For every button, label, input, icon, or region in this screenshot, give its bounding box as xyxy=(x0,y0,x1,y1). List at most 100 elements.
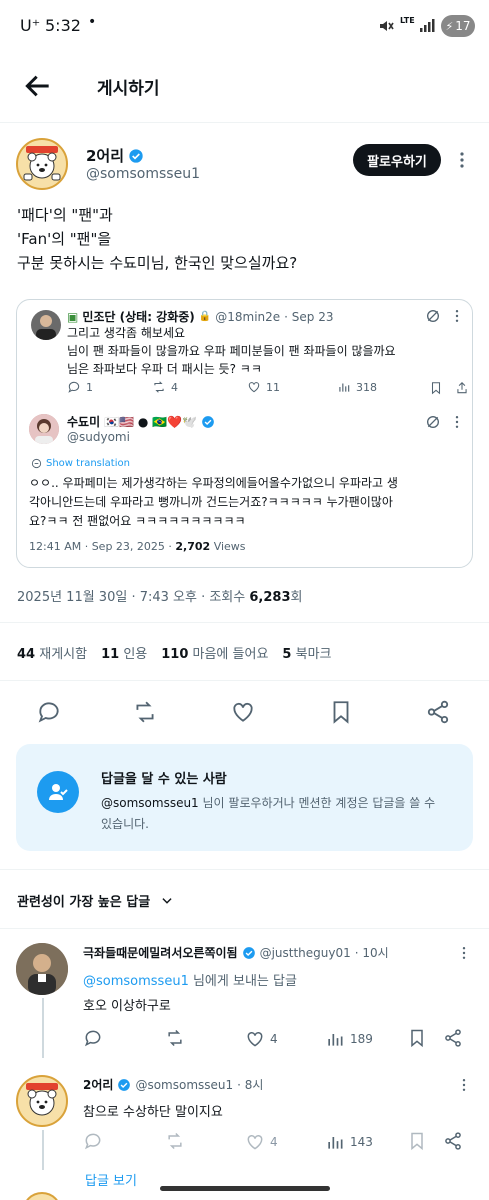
reply-author-handle[interactable]: @somsomsseu1 xyxy=(135,1078,233,1092)
bookmark-icon[interactable] xyxy=(407,1028,427,1048)
reply-icon[interactable] xyxy=(83,1131,103,1151)
quotes-stat[interactable]: 11 인용 xyxy=(101,643,147,662)
inner-quote-name[interactable]: 민조단 (상태: 강화중) xyxy=(82,308,194,325)
inner-quote-handle[interactable]: @18min2e xyxy=(215,310,280,324)
reposts-num: 44 xyxy=(17,647,36,662)
inner-more-icon[interactable] xyxy=(449,308,465,324)
reply-icon xyxy=(68,381,80,393)
reply-text: 참으로 수상하단 말이지요 xyxy=(83,1105,223,1120)
quote-views-label: Views xyxy=(210,540,246,553)
inner-like-count: 11 xyxy=(266,380,280,394)
thread-line xyxy=(42,1130,44,1170)
reply-avatar[interactable] xyxy=(16,1075,68,1127)
reply-avatar[interactable] xyxy=(16,943,68,995)
likes-stat[interactable]: 110 마음에 들어요 xyxy=(161,643,268,662)
post-line: '패다'의 "팬"과 xyxy=(17,206,113,224)
reposts-stat[interactable]: 44 재게시함 xyxy=(17,643,87,662)
quote-author-avatar[interactable] xyxy=(29,414,59,444)
post-datetime: 2025년 11월 30일 · 7:43 오후 · 조회수 xyxy=(17,590,250,605)
post-line: 구분 못하시는 수됴미님, 한국인 맞으실까요? xyxy=(17,254,298,272)
reply-more-icon[interactable] xyxy=(456,945,472,961)
verified-badge-icon xyxy=(242,946,255,959)
author-name[interactable]: 2어리 xyxy=(86,145,124,166)
replies-sort-label: 관련성이 가장 높은 답글 xyxy=(17,895,151,910)
reply-like-button[interactable]: 4 xyxy=(245,1132,278,1152)
repost-icon[interactable] xyxy=(165,1028,185,1048)
quoted-post-card[interactable]: ▣ 민조단 (상태: 강화중) 🔒 @18min2e · Sep 23 그리고 … xyxy=(16,299,473,568)
bookmarks-num: 5 xyxy=(282,647,292,662)
reply-view-count: 143 xyxy=(350,1135,373,1149)
callout-handle[interactable]: @somsomsseu1 xyxy=(101,796,199,810)
quote-line: 각아니안드는데 우파라고 뻥까니까 건드는거죠?ㅋㅋㅋㅋㅋ 누가팬이많아 xyxy=(29,495,393,509)
inner-quote-line: 님은 좌파보다 우파 더 패시는 듯? ㅋㅋ xyxy=(67,362,262,376)
share-icon[interactable] xyxy=(443,1131,463,1151)
author-handle[interactable]: @somsomsseu1 xyxy=(86,166,200,182)
inner-quote-avatar[interactable] xyxy=(31,310,61,340)
bookmark-icon[interactable] xyxy=(429,381,443,395)
inner-reply-count: 1 xyxy=(86,380,93,394)
signal-icon xyxy=(420,19,435,32)
quote-author-row: 수됴미 🇰🇷🇺🇸 ● 🇧🇷❤️🕊️ xyxy=(67,413,215,430)
follow-button[interactable]: 팔로우하기 xyxy=(353,144,441,176)
callout-text-2: 있습니다. xyxy=(101,817,149,831)
show-translation-link[interactable]: Show translation xyxy=(31,458,130,469)
reply-to-handle[interactable]: @somsomsseu1 xyxy=(83,974,189,989)
repost-icon[interactable] xyxy=(165,1131,185,1151)
inner-repost-button[interactable]: 4 xyxy=(152,380,178,394)
reply-views-button[interactable]: 143 xyxy=(325,1132,373,1152)
reply-views-button[interactable]: 189 xyxy=(325,1029,373,1049)
author-avatar[interactable] xyxy=(16,138,68,190)
heart-icon[interactable] xyxy=(230,699,256,725)
bookmarks-stat[interactable]: 5 북마크 xyxy=(282,643,331,662)
share-icon[interactable] xyxy=(443,1028,463,1048)
home-gesture-bar[interactable] xyxy=(160,1186,330,1191)
reply-icon[interactable] xyxy=(83,1028,103,1048)
reply-author-name[interactable]: 2어리 xyxy=(83,1076,113,1093)
reply-like-button[interactable]: 4 xyxy=(245,1029,278,1049)
bookmark-icon[interactable] xyxy=(407,1131,427,1151)
inner-like-button[interactable]: 11 xyxy=(247,380,280,394)
reply-author-handle[interactable]: @justtheguy01 xyxy=(260,946,351,960)
reply-icon[interactable] xyxy=(36,699,62,725)
verified-badge-icon xyxy=(202,415,214,428)
reply-author-name[interactable]: 극좌들때문에밀려서오른쪽이됨 xyxy=(83,944,238,961)
replies-sort-dropdown[interactable]: 관련성이 가장 높은 답글 xyxy=(17,891,174,910)
quote-more-icon[interactable] xyxy=(449,414,465,430)
reply-more-icon[interactable] xyxy=(456,1077,472,1093)
show-replies-link[interactable]: 답글 보기 xyxy=(85,1170,137,1189)
share-icon[interactable] xyxy=(455,381,469,395)
grok-icon[interactable] xyxy=(425,414,441,430)
inner-reply-button[interactable]: 1 xyxy=(67,380,93,394)
grok-icon[interactable] xyxy=(425,308,441,324)
inner-quote-line: 님이 팬 좌파들이 많을까요 우파 페미분들이 팬 좌파들이 많을까요 xyxy=(67,344,396,358)
callout-title: 답글을 달 수 있는 사람 xyxy=(101,772,227,787)
reply-header: 극좌들때문에밀려서오른쪽이됨 @justtheguy01 · 10시 xyxy=(83,944,389,961)
repost-icon[interactable] xyxy=(132,699,158,725)
carrier-label: U⁺ xyxy=(20,16,41,35)
post-line: 'Fan'의 "팬"을 xyxy=(17,230,112,248)
person-photo-icon xyxy=(36,315,56,340)
more-options-icon[interactable] xyxy=(452,150,472,170)
quote-author-name[interactable]: 수됴미 xyxy=(67,413,100,430)
network-type: LTE xyxy=(400,16,415,25)
person-photo-icon xyxy=(16,943,68,995)
author-name-row[interactable]: 2어리 xyxy=(86,145,144,166)
lock-icon: 🔒 xyxy=(198,311,212,322)
quote-author-handle[interactable]: @sudyomi xyxy=(67,430,130,444)
quote-timestamp-row: 12:41 AM · Sep 23, 2025 · 2,702 Views xyxy=(29,540,246,553)
reply-avatar[interactable] xyxy=(22,1192,62,1200)
bookmark-icon[interactable] xyxy=(328,699,354,725)
reply-view-count: 189 xyxy=(350,1032,373,1046)
sort-divider xyxy=(0,928,489,929)
show-translation-label[interactable]: Show translation xyxy=(46,458,130,469)
quote-line: ㅇㅇ.. 우파페미는 제가생각하는 우파정의에들어올수가없으니 우파라고 생 xyxy=(29,476,398,490)
heart-icon xyxy=(247,1031,263,1047)
chevron-down-icon xyxy=(162,897,172,904)
engagement-stats: 44 재게시함 11 인용 110 마음에 들어요 5 북마크 xyxy=(17,643,332,662)
back-arrow-icon[interactable] xyxy=(22,70,54,102)
share-icon[interactable] xyxy=(425,699,451,725)
inner-views-button[interactable]: 318 xyxy=(337,380,377,394)
reposts-label: 재게시함 xyxy=(39,647,88,662)
inner-quote-header: ▣ 민조단 (상태: 강화중) 🔒 @18min2e · Sep 23 xyxy=(67,308,334,325)
mention-restrict-icon xyxy=(37,771,79,813)
